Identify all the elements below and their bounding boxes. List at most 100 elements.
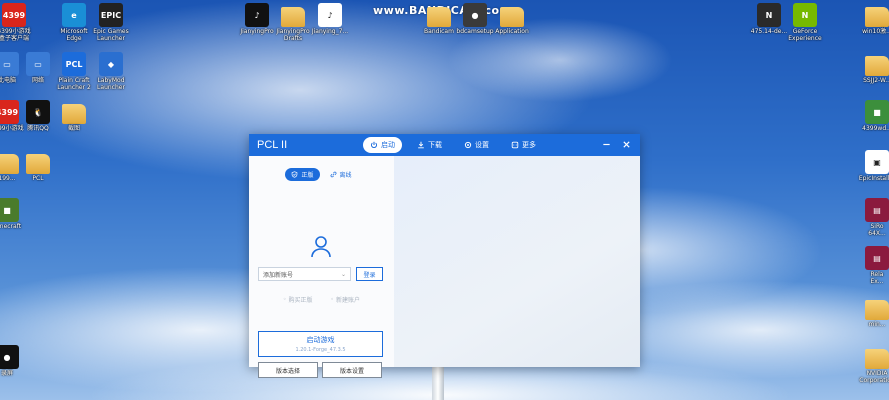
desktop-icon-min[interactable]: min... xyxy=(850,296,889,328)
launch-game-button[interactable]: 启动游戏 1.20.1-Forge_47.3.5 xyxy=(258,331,383,357)
desktop-icon-shotdir[interactable]: 截图 xyxy=(47,100,101,132)
rela-icon: ▤ xyxy=(865,246,889,270)
tab-download-label: 下载 xyxy=(428,141,442,149)
desktop-icon-label: 截图 xyxy=(67,125,80,132)
desktop-icon-label: Minecraft xyxy=(0,223,22,230)
more-icon xyxy=(511,141,519,149)
desktop-icon-mc[interactable]: ■Minecraft xyxy=(0,198,34,230)
desktop-icon-label: 4399小游戏 盒子客户端 xyxy=(0,28,31,42)
mode-online[interactable]: 正版 xyxy=(285,168,320,181)
tab-settings[interactable]: 设置 xyxy=(457,137,496,153)
tab-launch[interactable]: 启动 xyxy=(363,137,402,153)
launcher-window: PCL II 启动 下载 设置 更多 正版 离线 添加新账号 ⌄ 登录 ◦ 购买… xyxy=(249,134,640,378)
login-mode-switch: 正版 离线 xyxy=(249,168,394,181)
jianying-drafts-icon xyxy=(281,7,305,27)
launch-panel: 正版 离线 添加新账号 ⌄ 登录 ◦ 购买正版 ◦ 新建账户 启动游戏 1.20… xyxy=(249,156,394,378)
mode-online-label: 正版 xyxy=(301,172,314,179)
desktop-icon-label: LabyMod Launcher xyxy=(97,77,125,91)
desktop-icon-ssd[interactable]: SSJJ2-W... xyxy=(850,52,889,84)
desktop-icon-label: EpicInstall... xyxy=(858,175,889,182)
desktop-icon-geforce[interactable]: N GeForce Experience xyxy=(778,3,832,42)
desktop-icon-label: Epic Games Launcher xyxy=(93,28,129,42)
top-tabs: 启动 下载 设置 更多 xyxy=(363,137,543,153)
launch-game-label: 启动游戏 xyxy=(306,336,335,344)
desktop-icon-rela[interactable]: ▤ Rela Ex... xyxy=(850,246,889,285)
epicinstall-icon: ▣ xyxy=(865,150,889,174)
account-links: ◦ 购买正版 ◦ 新建账户 xyxy=(249,295,394,304)
register-label: 新建账户 xyxy=(336,297,361,304)
tab-download[interactable]: 下载 xyxy=(410,137,449,153)
power-icon xyxy=(370,141,378,149)
epic-icon: EPIC xyxy=(99,3,123,27)
account-dropdown[interactable]: 添加新账号 ⌄ xyxy=(258,267,351,281)
desktop-icon-label: min... xyxy=(868,321,886,328)
labymod-icon: ◆ xyxy=(99,52,123,76)
launch-version-label: 1.20.1-Forge_47.3.5 xyxy=(295,347,346,353)
desktop-icon-win10[interactable]: win10激... xyxy=(850,3,889,35)
minimize-icon xyxy=(602,143,610,145)
user-avatar-icon xyxy=(311,236,331,258)
desktop-icon-label: 4399wd... xyxy=(862,125,889,132)
geforce-icon: N xyxy=(793,3,817,27)
desktop-icon-label: 录屏 xyxy=(0,370,13,377)
account-row: 添加新账号 ⌄ 登录 xyxy=(258,267,383,281)
tab-more[interactable]: 更多 xyxy=(504,137,543,153)
ro-icon: ● xyxy=(0,345,19,369)
title-bar[interactable]: PCL II 启动 下载 设置 更多 xyxy=(249,134,640,156)
desktop-icon-label: Rela Ex... xyxy=(870,271,884,285)
desktop-icon-label: Application xyxy=(495,28,529,35)
mode-offline-label: 离线 xyxy=(339,172,352,179)
window-body: 正版 离线 添加新账号 ⌄ 登录 ◦ 购买正版 ◦ 新建账户 启动游戏 1.20… xyxy=(249,156,640,378)
register-link[interactable]: ◦ 新建账户 xyxy=(331,295,361,304)
4399w-icon: ■ xyxy=(865,100,889,124)
gear-icon xyxy=(464,141,472,149)
background-pole xyxy=(432,365,444,400)
buy-genuine-label: 购买正版 xyxy=(288,297,313,304)
add-user-icon: ◦ xyxy=(330,296,335,303)
min-icon xyxy=(865,300,889,320)
desktop-icon-label: Jianying_7... xyxy=(311,28,349,35)
bdcam-icon: ● xyxy=(463,3,487,27)
desktop-icon-sino[interactable]: ▤ SiRo 64X... xyxy=(850,198,889,237)
pcl-dir-icon xyxy=(26,154,50,174)
version-select-button[interactable]: 版本选择 xyxy=(258,362,318,378)
desktop-icon-jianying7[interactable]: ♪ Jianying_7... xyxy=(303,3,357,35)
nvidia-icon xyxy=(865,349,889,369)
desktop-icon-label: win10激... xyxy=(862,28,889,35)
desktop-icon-epic[interactable]: EPIC Epic Games Launcher xyxy=(84,3,138,42)
jianying7-icon: ♪ xyxy=(318,3,342,27)
desktop-icon-4399[interactable]: 4399 4399小游戏 盒子客户端 xyxy=(0,3,41,42)
desktop-icon-epicinstall[interactable]: ▣EpicInstall... xyxy=(850,150,889,182)
sino-icon: ▤ xyxy=(865,198,889,222)
application-icon xyxy=(500,7,524,27)
login-button[interactable]: 登录 xyxy=(356,267,383,281)
version-buttons: 版本选择 版本设置 xyxy=(258,362,382,378)
shotdir-icon xyxy=(62,104,86,124)
tab-more-label: 更多 xyxy=(522,141,536,149)
desktop-icon-pcl-dir[interactable]: PCL xyxy=(11,150,65,182)
close-icon xyxy=(622,140,630,148)
cart-icon: ◦ xyxy=(282,296,287,303)
window-controls xyxy=(600,138,632,150)
ssd-icon xyxy=(865,56,889,76)
desktop-icon-labymod[interactable]: ◆ LabyMod Launcher xyxy=(84,52,138,91)
news-panel xyxy=(394,156,640,367)
desktop-icon-label: PCL xyxy=(32,175,44,182)
pcl-icon: PCL xyxy=(62,52,86,76)
version-settings-button[interactable]: 版本设置 xyxy=(322,362,382,378)
win10-icon xyxy=(865,7,889,27)
desktop-icon-ro[interactable]: ● 录屏 xyxy=(0,345,34,377)
desktop-icon-label: NVIDIA Corporation xyxy=(859,370,889,384)
edge-icon: e xyxy=(62,3,86,27)
link-icon xyxy=(330,171,336,178)
close-button[interactable] xyxy=(620,138,632,150)
account-dropdown-placeholder: 添加新账号 xyxy=(263,271,294,279)
mode-offline[interactable]: 离线 xyxy=(324,168,358,181)
desktop-icon-nvidia[interactable]: NVIDIA Corporation xyxy=(850,345,889,384)
chevron-down-icon: ⌄ xyxy=(340,270,346,278)
buy-genuine-link[interactable]: ◦ 购买正版 xyxy=(283,295,313,304)
desktop-icon-4399w[interactable]: ■ 4399wd... xyxy=(850,100,889,132)
4399-icon: 4399 xyxy=(2,3,26,27)
minimize-button[interactable] xyxy=(600,138,612,150)
desktop-icon-application[interactable]: Application xyxy=(485,3,539,35)
